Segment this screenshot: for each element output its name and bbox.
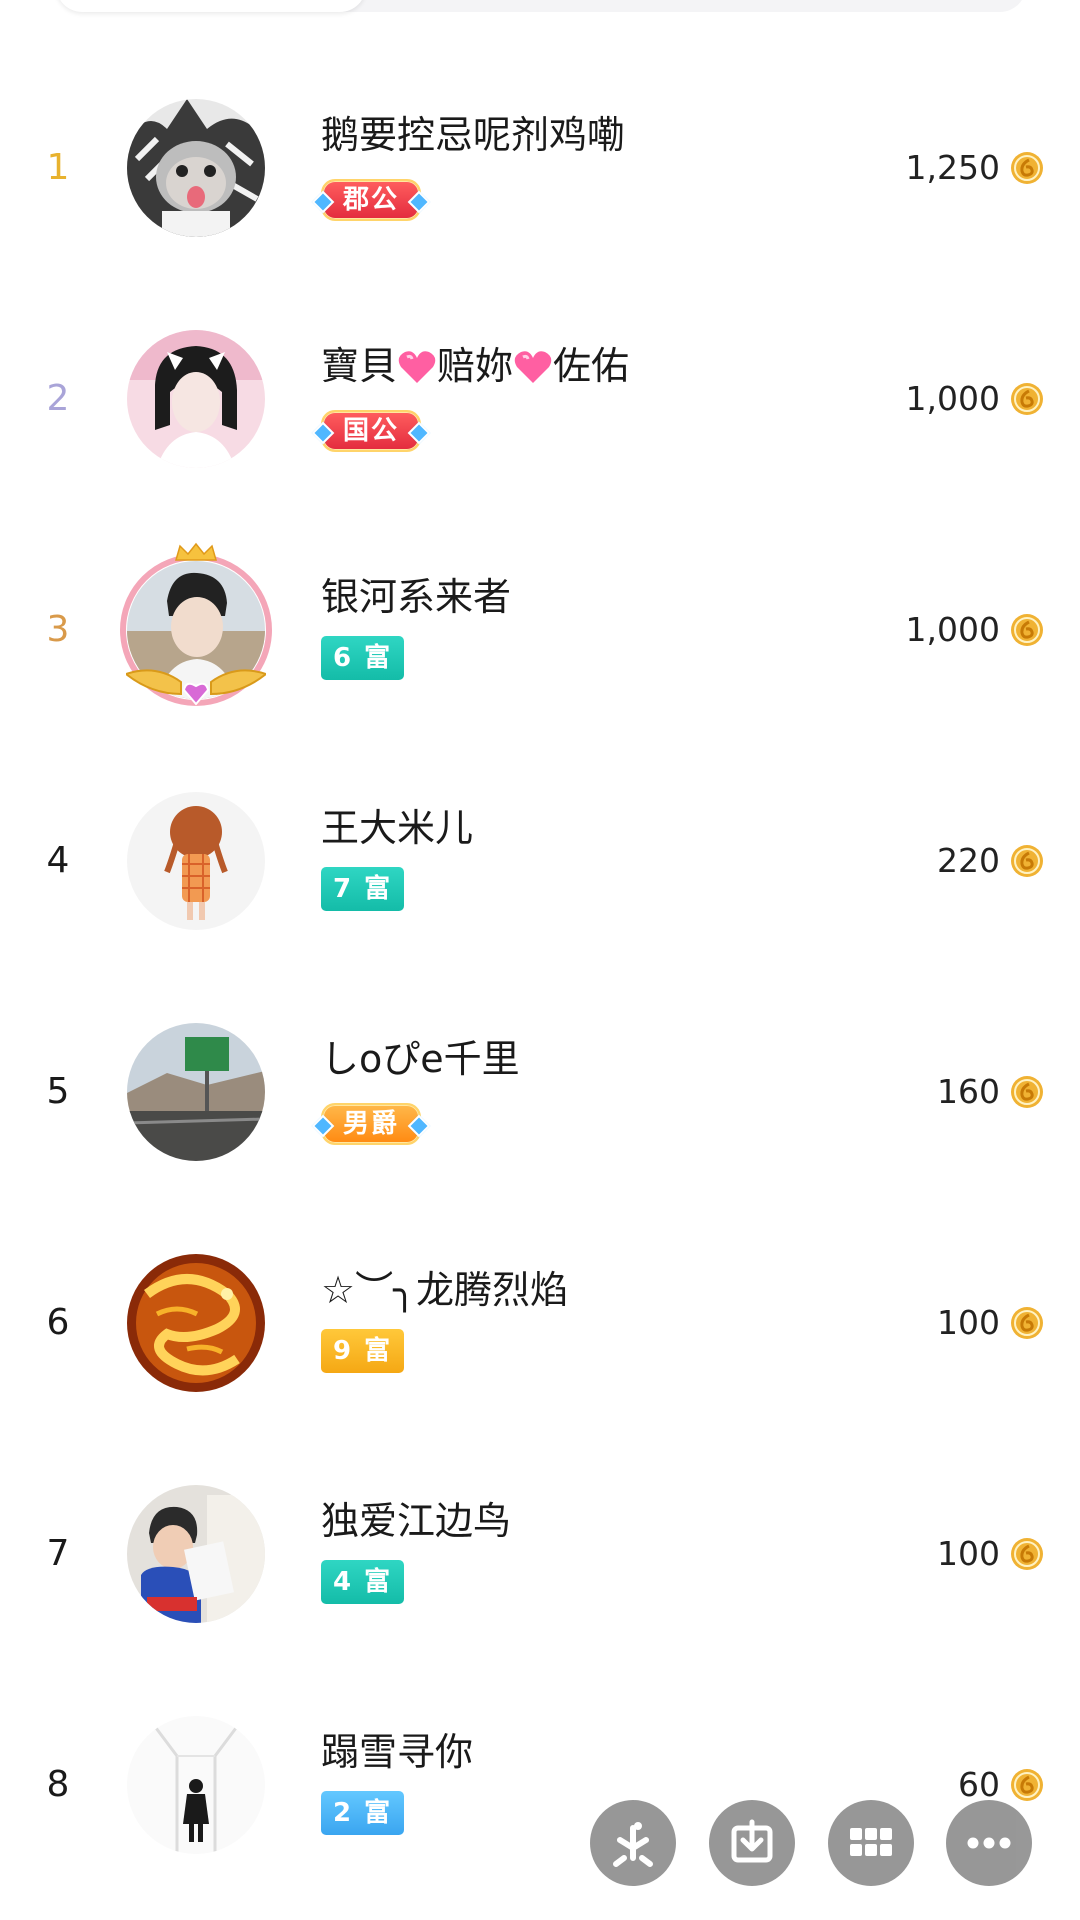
gem-icon (311, 421, 335, 445)
coin-icon (1011, 1769, 1043, 1801)
list-item[interactable]: 1 鹅要控忌呢剂鸡嘞 郡公 1,250 (0, 52, 1080, 283)
user-name[interactable]: 蹋雪寻你 (321, 1721, 473, 1776)
heart-icon (514, 351, 552, 383)
gem-icon (311, 190, 335, 214)
avatar[interactable] (127, 792, 265, 930)
wealth-level-badge: 4 富 (321, 1560, 405, 1604)
user-name[interactable]: 寶貝 赔妳 佐佑 (321, 335, 629, 390)
avatar[interactable] (127, 99, 265, 237)
more-button[interactable] (946, 1800, 1032, 1886)
list-item[interactable]: 5 しoぴe千里 男爵 160 (0, 976, 1080, 1207)
rank-number: 2 (46, 378, 70, 419)
coin-amount: 160 (937, 1072, 1000, 1111)
gem-icon (407, 421, 431, 445)
grid-icon (850, 1828, 892, 1856)
heart-icon (398, 351, 436, 383)
coin-icon (1011, 383, 1043, 415)
grid-button[interactable] (828, 1800, 914, 1886)
more-icon (967, 1837, 1011, 1849)
name-part: 寶貝 (321, 344, 398, 388)
rank-number: 1 (46, 147, 70, 188)
rank-number: 8 (46, 1764, 70, 1805)
avatar[interactable] (127, 330, 265, 468)
wealth-level-badge: 6 富 (321, 636, 405, 680)
badge-label: 郡公 (343, 185, 400, 215)
list-item[interactable]: 7 独爱江边鸟 4 富 100 (0, 1438, 1080, 1669)
list-item[interactable]: 4 王大米儿 7 富 220 (0, 745, 1080, 976)
coin-icon (1011, 614, 1043, 646)
noble-badge: 男爵 (311, 1103, 431, 1145)
coin-icon (1011, 1307, 1043, 1339)
name-part: 赔妳 (437, 344, 514, 388)
rank-number: 5 (46, 1071, 70, 1112)
coin-icon (1011, 152, 1043, 184)
coin-amount: 1,000 (905, 379, 1000, 418)
download-button[interactable] (709, 1800, 795, 1886)
tab-selected[interactable] (56, 0, 366, 12)
top-tab-bar[interactable] (56, 0, 1026, 12)
coin-amount: 220 (937, 841, 1000, 880)
user-name[interactable]: 王大米儿 (321, 797, 473, 852)
list-item[interactable]: 2 寶貝 赔妳 佐佑 国公 1,000 (0, 283, 1080, 514)
list-item[interactable]: 8 蹋雪寻你 2 富 60 (0, 1669, 1080, 1900)
coin-amount: 100 (937, 1534, 1000, 1573)
six-logo-button[interactable] (590, 1800, 676, 1886)
coin-icon (1011, 1538, 1043, 1570)
badge-label: 男爵 (343, 1109, 400, 1139)
wings-icon (126, 669, 266, 706)
wealth-level-badge: 2 富 (321, 1791, 405, 1835)
wealth-level-badge: 7 富 (321, 867, 405, 911)
coin-amount: 1,250 (905, 148, 1000, 187)
avatar[interactable] (127, 1485, 265, 1623)
name-part: 佐佑 (553, 344, 630, 388)
coin-icon (1011, 1076, 1043, 1108)
rank-number: 4 (46, 840, 70, 881)
noble-badge: 国公 (311, 410, 431, 452)
gem-icon (407, 1114, 431, 1138)
rank-number: 3 (46, 609, 70, 650)
avatar[interactable] (127, 1023, 265, 1161)
user-name[interactable]: 独爱江边鸟 (321, 1490, 511, 1545)
list-item[interactable]: 6 ☆︶╮龙腾烈焰 9 富 100 (0, 1207, 1080, 1438)
user-name[interactable]: しoぴe千里 (321, 1028, 520, 1083)
wealth-level-badge: 9 富 (321, 1329, 405, 1373)
badge-label: 国公 (343, 416, 400, 446)
user-name[interactable]: 银河系来者 (321, 566, 511, 621)
user-name[interactable]: ☆︶╮龙腾烈焰 (321, 1259, 568, 1314)
noble-badge: 郡公 (311, 179, 431, 221)
rank-number: 7 (46, 1533, 70, 1574)
coin-amount: 1,000 (905, 610, 1000, 649)
six-logo-icon (613, 1822, 653, 1867)
gem-icon (311, 1114, 335, 1138)
coin-icon (1011, 845, 1043, 877)
avatar[interactable] (127, 1254, 265, 1392)
rank-number: 6 (46, 1302, 70, 1343)
download-icon (731, 1819, 773, 1863)
gem-icon (407, 190, 431, 214)
list-item[interactable]: 3 银河系来者 6 富 1,000 (0, 514, 1080, 745)
crown-icon (175, 542, 217, 561)
user-name[interactable]: 鹅要控忌呢剂鸡嘞 (321, 104, 625, 159)
avatar[interactable] (127, 1716, 265, 1854)
coin-amount: 100 (937, 1303, 1000, 1342)
